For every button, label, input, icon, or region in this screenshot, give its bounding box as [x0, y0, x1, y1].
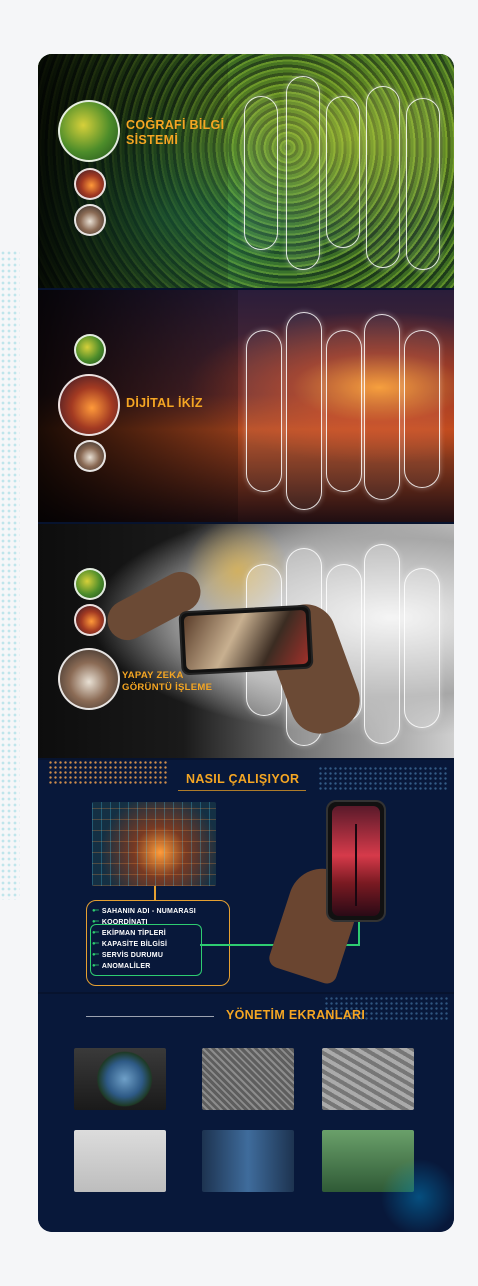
list-item: ●═ KOORDİNATI: [92, 917, 148, 927]
bullet-connector-icon: ●═: [92, 963, 99, 969]
list-item-label: SERVİS DURUMU: [101, 951, 164, 959]
screen-thumb-3d-map: [322, 1048, 414, 1110]
panel-how-it-works: NASIL ÇALIŞIYOR ●═ SAHANIN ADI - NUMARASI…: [38, 760, 454, 992]
digital-twin-thumb-circle: [74, 604, 106, 636]
stripe: [404, 568, 440, 728]
ai-main-circle: [58, 648, 120, 710]
panel-title-line: DİJİTAL İKİZ: [126, 396, 203, 410]
panel-ai-image: YAPAY ZEKA GÖRÜNTÜ İŞLEME: [38, 524, 454, 758]
stripe: [364, 314, 400, 500]
dot-wave: [48, 760, 168, 784]
stripe: [286, 76, 320, 270]
list-item: ●═ SAHANIN ADI - NUMARASI: [92, 906, 196, 916]
panel-title: YAPAY ZEKA GÖRÜNTÜ İŞLEME: [122, 670, 212, 694]
bullet-connector-icon: ●═: [92, 941, 99, 947]
gis-thumb-circle: [74, 568, 106, 600]
section-title: NASIL ÇALIŞIYOR: [186, 772, 300, 786]
stripe: [326, 96, 360, 248]
infographic-card: COĞRAFİ BİLGİ SİSTEMİ DİJİTAL İKİZ YAPAY…: [38, 54, 454, 1232]
panel-title: COĞRAFİ BİLGİ SİSTEMİ: [126, 118, 224, 148]
gis-thumb-circle: [74, 334, 106, 366]
list-item: ●═ SERVİS DURUMU: [92, 950, 163, 960]
list-item: ●═ ANOMALİLER: [92, 961, 151, 971]
phone-screen: [332, 806, 380, 916]
title-underline: [178, 790, 306, 791]
panel-title-line: YAPAY ZEKA: [122, 670, 184, 681]
dot-wave: [318, 766, 448, 790]
stripe: [286, 312, 322, 510]
panel-title-line: SİSTEMİ: [126, 133, 179, 147]
bullet-connector-icon: ●═: [92, 952, 99, 958]
circuit-image: [92, 802, 216, 886]
gis-main-circle: [58, 100, 120, 162]
panel-title-line: GÖRÜNTÜ İŞLEME: [122, 682, 213, 693]
panel-title-line: COĞRAFİ BİLGİ: [126, 118, 225, 132]
list-item-label: KOORDİNATI: [101, 918, 148, 926]
digital-twin-main-circle: [58, 374, 120, 436]
bullet-connector-icon: ●═: [92, 919, 99, 925]
stripe: [364, 544, 400, 744]
phone-icon: [178, 604, 314, 676]
stripe: [404, 330, 440, 488]
bullet-connector-icon: ●═: [92, 908, 99, 914]
screen-thumb-city-model: [74, 1130, 166, 1192]
screen-thumb-control-room: [202, 1130, 294, 1192]
screen-thumb-globe: [74, 1048, 166, 1110]
corner-glow: [374, 1152, 454, 1232]
ai-thumb-circle: [74, 204, 106, 236]
tower-icon: [355, 824, 357, 906]
stripe: [366, 86, 400, 268]
bullet-connector-icon: ●═: [92, 930, 99, 936]
digital-twin-thumb-circle: [74, 168, 106, 200]
section-title: YÖNETİM EKRANLARI: [226, 1008, 366, 1022]
list-item-label: EKİPMAN TİPLERİ: [101, 929, 166, 937]
stripe: [326, 330, 362, 492]
stripe: [244, 96, 278, 250]
panel-management-screens: YÖNETİM EKRANLARI: [38, 994, 454, 1232]
phone-icon: [326, 800, 386, 922]
list-item: ●═ KAPASİTE BİLGİSİ: [92, 939, 167, 949]
list-item-label: SAHANIN ADI - NUMARASI: [101, 907, 196, 915]
title-line: [86, 1016, 214, 1017]
side-dot-pattern: [0, 250, 20, 900]
connector-line: [154, 886, 156, 900]
list-item: ●═ EKİPMAN TİPLERİ: [92, 928, 166, 938]
panel-title: DİJİTAL İKİZ: [126, 396, 203, 411]
screen-thumb-map: [202, 1048, 294, 1110]
panel-digital-twin: DİJİTAL İKİZ: [38, 290, 454, 522]
phone-screen: [183, 609, 309, 671]
ai-thumb-circle: [74, 440, 106, 472]
stripe: [406, 98, 440, 270]
list-item-label: KAPASİTE BİLGİSİ: [101, 940, 168, 948]
list-item-label: ANOMALİLER: [101, 962, 151, 970]
stripe: [246, 330, 282, 492]
panel-gis: COĞRAFİ BİLGİ SİSTEMİ: [38, 54, 454, 288]
